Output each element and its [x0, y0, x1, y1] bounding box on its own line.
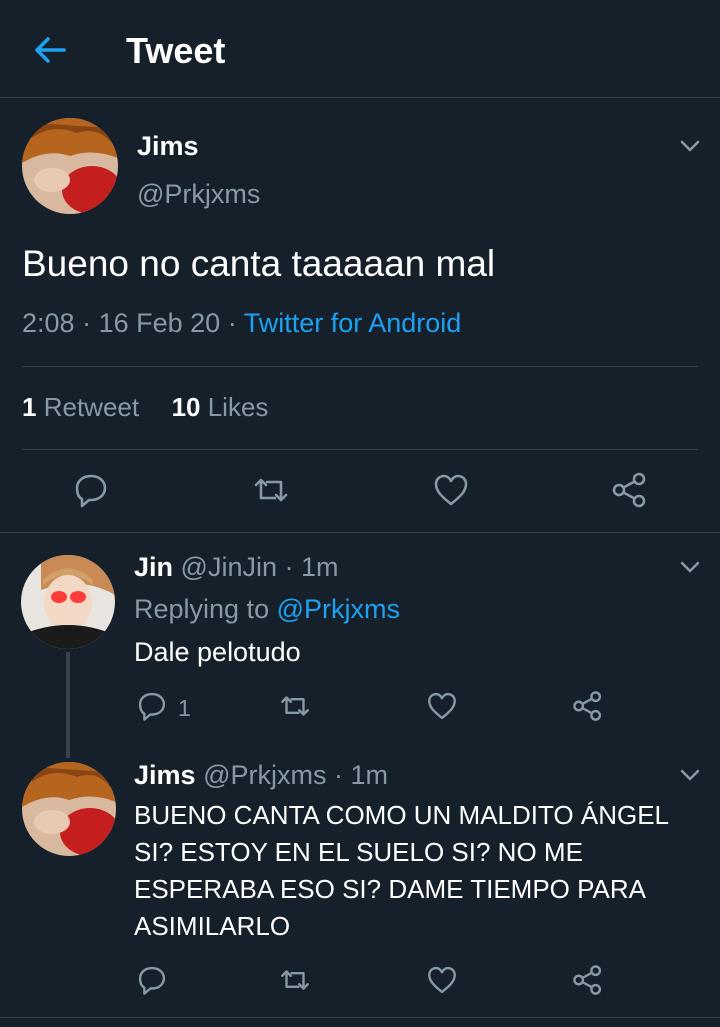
- divider: [22, 449, 698, 450]
- back-button[interactable]: [30, 32, 70, 68]
- meta-separator: ·: [82, 308, 92, 338]
- page-title: Tweet: [126, 30, 226, 71]
- like-button[interactable]: [425, 963, 459, 997]
- author-name[interactable]: Jims: [137, 131, 199, 162]
- top-bar: Tweet: [0, 0, 720, 98]
- heart-icon: [428, 966, 456, 994]
- avatar[interactable]: [22, 118, 118, 214]
- like-count: 10: [171, 392, 201, 422]
- divider: [0, 1017, 720, 1018]
- chevron-down-icon: [680, 769, 700, 781]
- share-button[interactable]: [610, 470, 650, 510]
- heart-icon: [428, 692, 456, 720]
- avatar[interactable]: [21, 555, 115, 649]
- retweet-button[interactable]: [251, 470, 291, 510]
- reply-author-name[interactable]: Jin: [134, 552, 173, 582]
- reply-icon: [75, 474, 107, 508]
- tweet-time: 2:08: [22, 308, 75, 338]
- tweet-source-link[interactable]: Twitter for Android: [244, 308, 462, 338]
- share-button[interactable]: [571, 963, 605, 997]
- retweets-stat[interactable]: 1 Retweet: [22, 392, 139, 422]
- like-button[interactable]: [425, 689, 459, 723]
- tweet-meta: 2:08 · 16 Feb 20 · Twitter for Android: [22, 308, 461, 339]
- reply-header: Jims @Prkjxms · 1m: [134, 760, 388, 791]
- retweet-button[interactable]: [278, 963, 312, 997]
- reply-time: · 1m: [333, 760, 388, 790]
- reply-text: BUENO CANTA COMO UN MALDITO ÁNGEL SI? ES…: [134, 800, 669, 941]
- retweet-icon: [254, 478, 288, 502]
- thread-connector: [66, 652, 70, 758]
- retweet-label: Retweet: [43, 392, 140, 422]
- like-button[interactable]: [431, 470, 471, 510]
- meta-separator: ·: [227, 308, 237, 338]
- retweet-icon: [281, 696, 309, 716]
- replying-label: Replying to: [134, 594, 270, 624]
- reply-button[interactable]: [71, 470, 111, 510]
- reply-author-handle[interactable]: @JinJin: [181, 552, 277, 582]
- divider: [0, 532, 720, 533]
- reply-icon: [138, 966, 166, 995]
- tweet-text: Bueno no canta taaaaan mal: [22, 243, 496, 284]
- replying-to: Replying to @Prkjxms: [134, 594, 400, 625]
- retweet-count: 1: [22, 392, 37, 422]
- divider: [22, 366, 698, 367]
- replying-to-link[interactable]: @Prkjxms: [277, 594, 400, 624]
- tweet-menu-button[interactable]: [678, 767, 702, 783]
- like-label: Likes: [207, 392, 269, 422]
- reply-author-name[interactable]: Jims: [134, 760, 196, 790]
- reply-button[interactable]: [135, 963, 169, 997]
- reply-button[interactable]: [135, 689, 169, 723]
- likes-stat[interactable]: 10 Likes: [172, 392, 269, 422]
- chevron-down-icon: [680, 140, 700, 152]
- tweet-date: 16 Feb 20: [98, 308, 221, 338]
- reply-time: · 1m: [284, 552, 339, 582]
- chevron-down-icon: [680, 561, 700, 573]
- share-button[interactable]: [571, 689, 605, 723]
- avatar[interactable]: [22, 762, 116, 856]
- share-icon: [573, 965, 602, 995]
- retweet-button[interactable]: [278, 689, 312, 723]
- share-icon: [573, 691, 602, 721]
- tweet-stats: 1 Retweet 10 Likes: [22, 392, 268, 423]
- reply-header: Jin @JinJin · 1m: [134, 552, 339, 583]
- tweet-menu-button[interactable]: [678, 559, 702, 575]
- arrow-left-icon: [35, 37, 66, 63]
- author-handle[interactable]: @Prkjxms: [137, 179, 260, 210]
- tweet-menu-button[interactable]: [678, 138, 702, 154]
- retweet-icon: [281, 970, 309, 990]
- reply-text: Dale pelotudo: [134, 637, 301, 667]
- heart-icon: [434, 474, 468, 506]
- reply-count: 1: [178, 695, 191, 721]
- reply-author-handle[interactable]: @Prkjxms: [203, 760, 326, 790]
- reply-icon: [138, 692, 166, 721]
- share-icon: [612, 472, 646, 508]
